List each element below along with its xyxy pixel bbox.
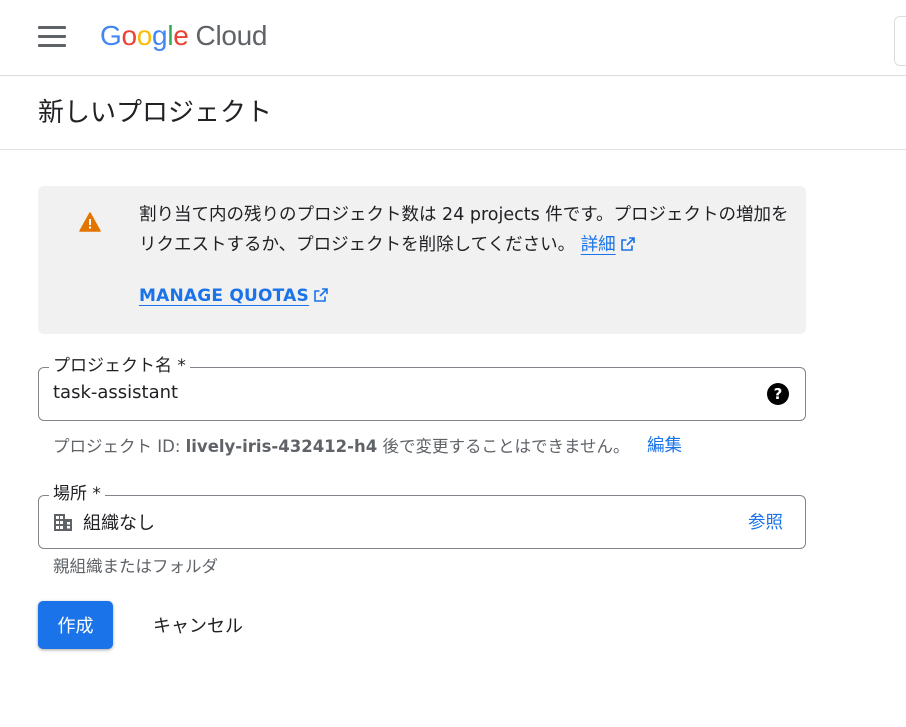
edit-project-id-link[interactable]: 編集 xyxy=(647,432,682,457)
top-search-box[interactable] xyxy=(894,16,906,66)
hamburger-menu-icon[interactable] xyxy=(36,26,70,54)
project-id-hint: プロジェクト ID: lively-iris-432412-h4 後で変更するこ… xyxy=(53,433,629,457)
page-title: 新しいプロジェクト xyxy=(38,98,273,128)
quota-notice-text: 割り当て内の残りのプロジェクト数は 24 projects 件です。プロジェクト… xyxy=(139,200,799,260)
top-bar: Google Cloud xyxy=(0,0,906,76)
quota-notice: 割り当て内の残りのプロジェクト数は 24 projects 件です。プロジェクト… xyxy=(38,186,806,334)
location-value: 組織なし xyxy=(83,513,155,534)
project-name-label: プロジェクト名 * xyxy=(49,355,190,377)
project-id-value: lively-iris-432412-h4 xyxy=(185,437,378,456)
warning-icon xyxy=(79,212,101,232)
manage-quotas-link[interactable]: MANAGE QUOTAS xyxy=(139,286,329,306)
quota-message: 割り当て内の残りのプロジェクト数は 24 projects 件です。プロジェクト… xyxy=(139,205,789,255)
external-link-icon xyxy=(314,288,328,302)
help-icon[interactable]: ? xyxy=(767,383,789,405)
project-name-input[interactable] xyxy=(53,382,733,403)
create-button[interactable]: 作成 xyxy=(38,601,113,649)
location-label: 場所 * xyxy=(49,483,105,505)
manage-quotas-label: MANAGE QUOTAS xyxy=(139,286,309,306)
project-name-field: プロジェクト名 * ? xyxy=(38,355,806,421)
external-link-icon xyxy=(620,237,635,251)
project-id-suffix: 後で変更することはできません。 xyxy=(377,437,630,456)
details-link[interactable]: 詳細 xyxy=(581,235,616,255)
cancel-button[interactable]: キャンセル xyxy=(136,601,260,649)
browse-location-button[interactable]: 参照 xyxy=(748,509,783,534)
project-id-prefix: プロジェクト ID: xyxy=(53,437,186,456)
google-cloud-logo[interactable]: Google Cloud xyxy=(100,20,268,52)
location-field[interactable]: 場所 * 組織なし 参照 xyxy=(38,483,806,549)
building-icon xyxy=(54,514,72,531)
location-hint: 親組織またはフォルダ xyxy=(53,557,218,576)
title-divider xyxy=(0,149,906,150)
